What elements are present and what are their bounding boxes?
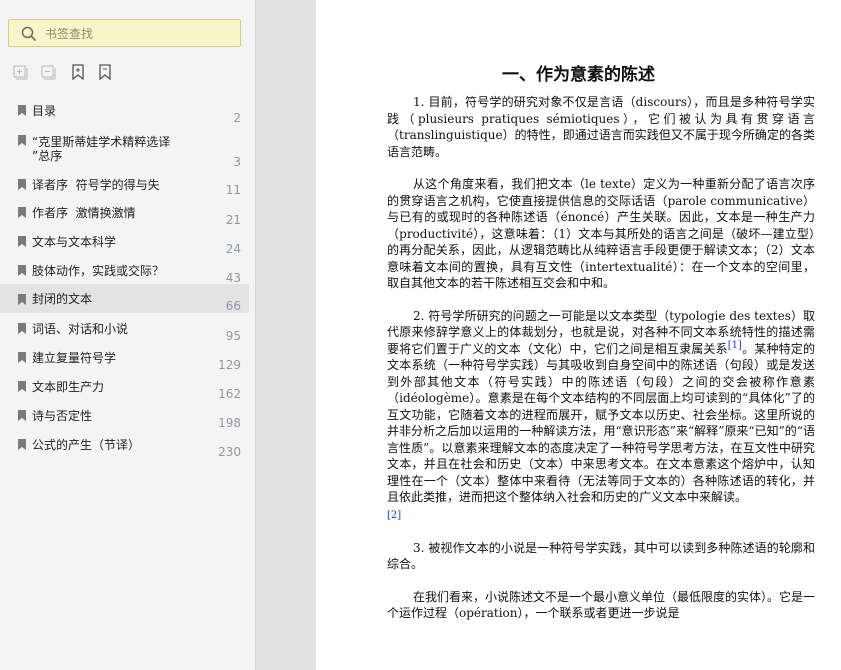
- bookmark-page-number: 43: [225, 271, 241, 285]
- bookmark-page-number: 3: [233, 155, 241, 169]
- bookmark-icon: [18, 294, 26, 305]
- panel-splitter[interactable]: [256, 0, 316, 670]
- bookmark-icon: [18, 381, 26, 392]
- bookmark-icon: [18, 439, 26, 450]
- bookmark-label: 建立复量符号学: [32, 351, 117, 365]
- bookmark-search-input[interactable]: [43, 23, 237, 45]
- bookmark-page-number: 162: [218, 387, 241, 401]
- bookmark-label: 词语、对话和小说: [32, 322, 129, 336]
- bookmark-settings-icon[interactable]: [96, 63, 114, 81]
- bookmark-icon: [18, 236, 26, 247]
- bookmark-item[interactable]: 建立复量符号学 129: [0, 342, 249, 372]
- bookmark-item[interactable]: 文本即生产力 162: [0, 371, 249, 401]
- paragraph: 在我们看来，小说陈述文不是一个最小意义单位（最低限度的实体）。它是一个运作过程（…: [387, 589, 816, 621]
- paragraph-text: 。某种特定的文本系统（一种符号学实践）与其吸收到自身空间中的陈述语（句段）或是发…: [387, 341, 815, 505]
- bookmark-label: 公式的产生（节译）: [32, 438, 141, 452]
- bookmark-icon: [18, 105, 26, 116]
- bookmark-icon: [18, 323, 26, 334]
- bookmark-label: 肢体动作，实践或交际？: [32, 264, 165, 278]
- bookmark-page-number: 2: [233, 111, 241, 125]
- document-body: 1. 目前，符号学的研究对象不仅是言语（discours），而且是多种符号学实践…: [387, 94, 815, 638]
- bookmark-icon: [18, 352, 26, 363]
- bookmark-item[interactable]: 目录 2: [0, 95, 249, 125]
- paragraph: 2. 符号学所研究的问题之一可能是以文本类型（typologie des tex…: [387, 308, 815, 524]
- bookmark-label: 诗与否定性: [32, 409, 93, 423]
- bookmark-item[interactable]: 作者序 激情换激情 21: [0, 197, 249, 227]
- bookmark-label: “克里斯蒂娃学术精粹选译 ”总序: [32, 135, 171, 163]
- bookmark-item[interactable]: 文本与文本科学 24: [0, 226, 249, 256]
- bookmark-page-number: 230: [218, 445, 241, 459]
- paragraph: 1. 目前，符号学的研究对象不仅是言语（discours），而且是多种符号学实践…: [387, 95, 815, 159]
- footnote-link[interactable]: [2]: [387, 510, 401, 521]
- bookmark-icon: [18, 410, 26, 421]
- bookmark-page-number: 11: [225, 183, 241, 197]
- bookmark-page-number: 21: [225, 213, 241, 227]
- paragraph: 从这个角度来看，我们把文本（le texte）定义为一种重新分配了语言次序的贯穿…: [387, 177, 815, 290]
- footnote-link[interactable]: [1]: [728, 340, 742, 351]
- bookmark-page-number: 66: [225, 299, 241, 313]
- paragraph: 3. 被视作文本的小说是一种符号学实践，其中可以读到多种陈述语的轮廓和综合。: [387, 540, 815, 572]
- bookmark-item[interactable]: 词语、对话和小说 95: [0, 313, 249, 343]
- bookmark-label: 封闭的文本: [32, 292, 93, 306]
- bookmark-icon: [18, 265, 26, 276]
- bookmark-label: 译者序 符号学的得与失: [32, 178, 160, 192]
- bookmark-item[interactable]: 诗与否定性 198: [0, 400, 249, 430]
- expand-all-icon[interactable]: [12, 63, 30, 81]
- bookmark-page-number: 24: [225, 242, 241, 256]
- bookmark-list: 目录 2 “克里斯蒂娃学术精粹选译 ”总序 3 译者序 符号学的得与失 11 作…: [0, 95, 249, 459]
- bookmark-item-selected[interactable]: 封闭的文本 66: [0, 284, 249, 313]
- bookmark-label: 目录: [32, 104, 57, 118]
- bookmark-icon: [18, 179, 26, 190]
- bookmark-icon: [18, 207, 26, 218]
- collapse-all-icon[interactable]: [40, 63, 58, 81]
- bookmark-sidebar: 目录 2 “克里斯蒂娃学术精粹选译 ”总序 3 译者序 符号学的得与失 11 作…: [0, 0, 256, 670]
- bookmark-icon: [18, 135, 26, 146]
- bookmark-page-number: 129: [218, 358, 241, 372]
- bookmark-search-box[interactable]: [8, 19, 241, 47]
- section-title: 一、作为意素的陈述: [502, 65, 655, 85]
- bookmark-item[interactable]: 肢体动作，实践或交际？ 43: [0, 255, 249, 285]
- bookmark-item[interactable]: 译者序 符号学的得与失 11: [0, 168, 249, 197]
- document-page: 一、作为意素的陈述 1. 目前，符号学的研究对象不仅是言语（discours），…: [316, 0, 841, 670]
- bookmark-page-number: 198: [218, 416, 241, 430]
- bookmark-label: 文本与文本科学: [32, 235, 117, 249]
- bookmark-page-number: 95: [225, 329, 241, 343]
- bookmark-label: 文本即生产力: [32, 380, 105, 394]
- bookmark-item[interactable]: “克里斯蒂娃学术精粹选译 ”总序 3: [0, 124, 249, 169]
- search-icon: [21, 26, 37, 42]
- bookmark-label: 作者序 激情换激情: [32, 206, 136, 220]
- bookmark-item[interactable]: 公式的产生（节译） 230: [0, 429, 249, 459]
- add-bookmark-icon[interactable]: [69, 63, 87, 81]
